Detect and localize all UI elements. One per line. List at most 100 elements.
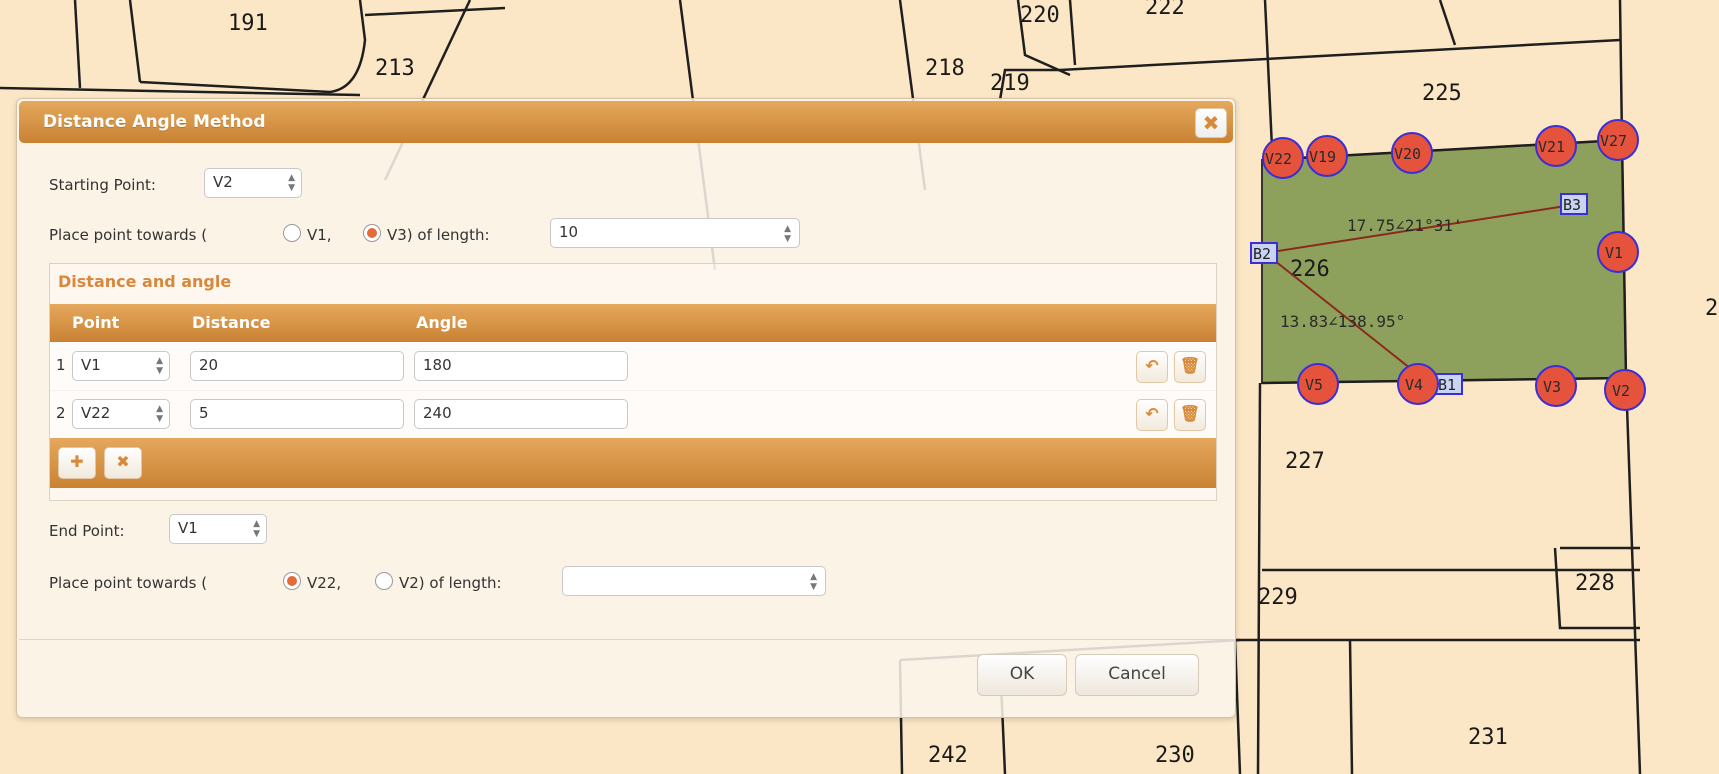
svg-text:V5: V5 bbox=[1305, 376, 1323, 394]
row-undo-button[interactable]: ↶ bbox=[1136, 399, 1168, 431]
panel-title: Distance and angle bbox=[58, 272, 232, 291]
parcel-number: 222 bbox=[1145, 0, 1185, 20]
parcel-number: 231 bbox=[1468, 725, 1508, 750]
parcel-number: 218 bbox=[925, 56, 965, 81]
plus-icon: ✚ bbox=[70, 452, 84, 471]
column-header-angle: Angle bbox=[416, 313, 468, 332]
spinner-arrows-icon: ▲ ▼ bbox=[253, 519, 260, 539]
svg-text:V22: V22 bbox=[1265, 150, 1292, 168]
add-row-button[interactable]: ✚ bbox=[58, 447, 96, 479]
table-row: 2 V22 ▲ ▼ 5 240 ↶ 🗑 bbox=[50, 390, 1216, 439]
parcel-number: 191 bbox=[228, 11, 268, 36]
distance-angle-dialog: Distance Angle Method ✖ Starting Point: … bbox=[16, 98, 1236, 718]
svg-text:V2: V2 bbox=[1612, 382, 1630, 400]
ok-button[interactable]: OK bbox=[977, 654, 1067, 696]
starting-point-spinner[interactable]: V2 ▲ ▼ bbox=[204, 168, 302, 198]
svg-text:V20: V20 bbox=[1394, 145, 1421, 163]
trash-icon: 🗑 bbox=[1179, 356, 1201, 375]
svg-text:B1: B1 bbox=[1438, 376, 1456, 394]
parcel-number: 228 bbox=[1575, 571, 1615, 596]
cancel-button[interactable]: Cancel bbox=[1075, 654, 1199, 696]
vertex-v4: V4 bbox=[1397, 363, 1439, 405]
length-input-2[interactable]: ▲ ▼ bbox=[562, 566, 826, 596]
close-button[interactable]: ✖ bbox=[1195, 108, 1227, 138]
svg-text:V19: V19 bbox=[1309, 148, 1336, 166]
measurement-label: 13.83∠138.95° bbox=[1280, 312, 1405, 331]
parcel-number: 227 bbox=[1285, 449, 1325, 474]
undo-icon: ↶ bbox=[1145, 404, 1159, 423]
radio-towards-v1[interactable] bbox=[283, 224, 301, 242]
spinner-arrows-icon: ▲ ▼ bbox=[784, 224, 791, 244]
measurement-label: 17.75∠21°31' bbox=[1347, 216, 1463, 235]
row-angle-input[interactable]: 180 bbox=[414, 351, 628, 381]
starting-point-value: V2 bbox=[213, 173, 233, 191]
baseline-marker-b3: B3 bbox=[1560, 193, 1588, 215]
row-distance-value: 5 bbox=[199, 404, 209, 422]
length-value-1: 10 bbox=[559, 223, 579, 241]
row-undo-button[interactable]: ↶ bbox=[1136, 351, 1168, 383]
row-angle-input[interactable]: 240 bbox=[414, 399, 628, 429]
svg-text:B2: B2 bbox=[1253, 245, 1271, 263]
row-distance-input[interactable]: 5 bbox=[190, 399, 404, 429]
radio-towards-v22-label: V22, bbox=[307, 574, 342, 592]
row-point-spinner[interactable]: V22 ▲ ▼ bbox=[72, 399, 170, 429]
parcel-number: 2 bbox=[1705, 296, 1718, 321]
distance-angle-panel: Distance and angle Point Distance Angle … bbox=[49, 263, 1217, 501]
row-delete-button[interactable]: 🗑 bbox=[1174, 399, 1206, 431]
spinner-arrows-icon: ▲ ▼ bbox=[810, 572, 817, 592]
svg-text:V1: V1 bbox=[1605, 244, 1623, 262]
vertex-v21: V21 bbox=[1535, 125, 1577, 167]
radio-towards-v2[interactable] bbox=[375, 572, 393, 590]
svg-text:V27: V27 bbox=[1600, 132, 1627, 150]
svg-text:V4: V4 bbox=[1405, 376, 1423, 394]
row-delete-button[interactable]: 🗑 bbox=[1174, 351, 1206, 383]
close-icon: ✖ bbox=[1202, 111, 1220, 135]
row-angle-value: 240 bbox=[423, 404, 452, 422]
vertex-v5: V5 bbox=[1297, 363, 1339, 405]
table-header: Point Distance Angle bbox=[50, 304, 1216, 342]
svg-text:V3: V3 bbox=[1543, 378, 1561, 396]
svg-text:B3: B3 bbox=[1563, 196, 1581, 214]
end-point-value: V1 bbox=[178, 519, 198, 537]
undo-icon: ↶ bbox=[1145, 356, 1159, 375]
parcel-number: 229 bbox=[1258, 585, 1298, 610]
place-towards-label-2: Place point towards ( bbox=[49, 574, 208, 592]
end-point-spinner[interactable]: V1 ▲ ▼ bbox=[169, 514, 267, 544]
row-point-value: V1 bbox=[81, 356, 101, 374]
row-distance-input[interactable]: 20 bbox=[190, 351, 404, 381]
parcel-number: 213 bbox=[375, 56, 415, 81]
radio-towards-v1-label: V1, bbox=[307, 226, 332, 244]
parcel-number: 230 bbox=[1155, 743, 1195, 768]
vertex-v20: V20 bbox=[1391, 132, 1433, 174]
dialog-titlebar[interactable]: Distance Angle Method ✖ bbox=[19, 101, 1233, 143]
button-separator bbox=[19, 639, 1233, 640]
vertex-v3: V3 bbox=[1535, 365, 1577, 407]
parcel-number: 219 bbox=[990, 71, 1030, 96]
spinner-arrows-icon: ▲ ▼ bbox=[288, 173, 295, 193]
row-number: 2 bbox=[56, 404, 66, 422]
spinner-arrows-icon: ▲ ▼ bbox=[156, 356, 163, 376]
dialog-title: Distance Angle Method bbox=[43, 112, 266, 132]
end-point-label: End Point: bbox=[49, 522, 125, 540]
table-footer: ✚ ✖ bbox=[50, 438, 1216, 488]
length-input-1[interactable]: 10 ▲ ▼ bbox=[550, 218, 800, 248]
x-icon: ✖ bbox=[116, 452, 130, 471]
remove-row-button[interactable]: ✖ bbox=[104, 447, 142, 479]
table-row: 1 V1 ▲ ▼ 20 180 ↶ 🗑 bbox=[50, 342, 1216, 391]
row-angle-value: 180 bbox=[423, 356, 452, 374]
place-towards-label-1: Place point towards ( bbox=[49, 226, 208, 244]
radio-towards-v3[interactable] bbox=[363, 224, 381, 242]
svg-text:V21: V21 bbox=[1538, 138, 1565, 156]
spinner-arrows-icon: ▲ ▼ bbox=[156, 404, 163, 424]
parcel-number: 225 bbox=[1422, 81, 1462, 106]
row-point-value: V22 bbox=[81, 404, 111, 422]
column-header-point: Point bbox=[72, 313, 120, 332]
baseline-marker-b1: B1 bbox=[1435, 373, 1463, 395]
radio-towards-v2-label: V2) of length: bbox=[399, 574, 502, 592]
row-point-spinner[interactable]: V1 ▲ ▼ bbox=[72, 351, 170, 381]
starting-point-label: Starting Point: bbox=[49, 176, 156, 194]
row-distance-value: 20 bbox=[199, 356, 219, 374]
radio-towards-v22[interactable] bbox=[283, 572, 301, 590]
parcel-number: 220 bbox=[1020, 3, 1060, 28]
vertex-v27: V27 bbox=[1597, 119, 1639, 161]
